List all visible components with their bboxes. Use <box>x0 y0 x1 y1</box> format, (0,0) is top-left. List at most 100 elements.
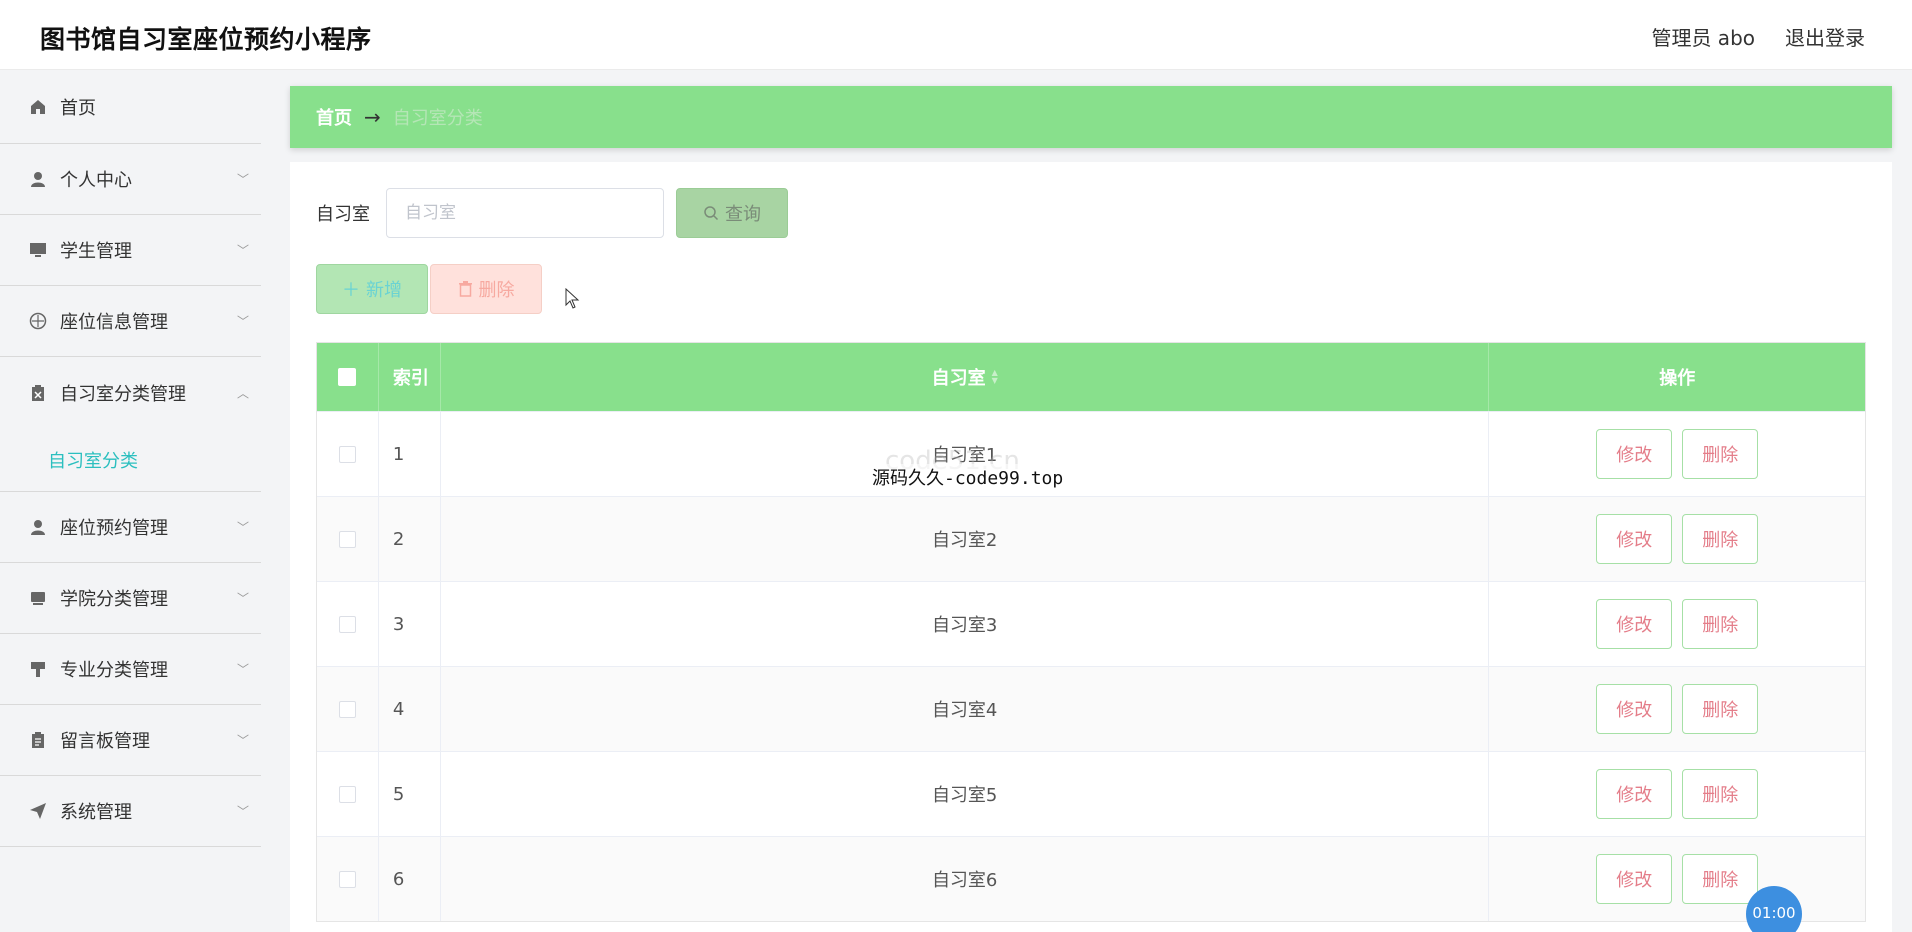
row-checkbox[interactable] <box>338 870 356 888</box>
row-name: 自习室3 <box>441 582 1490 666</box>
chevron-down-icon: ﹀ <box>236 172 249 187</box>
sidebar: 首页 个人中心 ﹀ 学生管理 ﹀ 座位信息管理 ﹀ 自习室分类管理 ︿ 自习室分… <box>0 70 261 932</box>
header-name-label: 自习室 <box>931 368 986 389</box>
chevron-down-icon: ﹀ <box>236 733 249 748</box>
batch-delete-button[interactable]: 删除 <box>430 264 542 314</box>
add-button[interactable]: ＋ 新增 <box>316 264 428 314</box>
app-title: 图书馆自习室座位预约小程序 <box>40 25 372 54</box>
user-icon <box>28 169 48 189</box>
clipboard-icon <box>28 730 48 750</box>
breadcrumb-current: 自习室分类 <box>392 108 483 129</box>
row-checkbox[interactable] <box>338 785 356 803</box>
batch-delete-label: 删除 <box>478 280 515 301</box>
row-name: 自习室4 <box>441 667 1490 751</box>
sidebar-item-profile[interactable]: 个人中心 ﹀ <box>0 144 261 215</box>
chevron-down-icon: ﹀ <box>236 314 249 329</box>
mouse-cursor-icon <box>565 288 580 309</box>
sidebar-item-label: 系统管理 <box>60 802 132 823</box>
chevron-up-icon: ︿ <box>236 386 249 400</box>
user-icon <box>28 517 48 537</box>
sidebar-item-label: 个人中心 <box>60 170 132 191</box>
sidebar-item-label: 学生管理 <box>60 241 132 262</box>
row-checkbox[interactable] <box>338 615 356 633</box>
room-table: 索引 自习室 ▲ ▼ 操作 1 自习室1 修改 删除 2 自习室2 修改 删除 … <box>316 342 1866 922</box>
delete-button[interactable]: 删除 <box>1682 429 1759 479</box>
query-button[interactable]: 查询 <box>676 188 788 238</box>
delete-button[interactable]: 删除 <box>1682 684 1759 734</box>
breadcrumb: 首页 → 自习室分类 <box>290 86 1892 148</box>
query-button-label: 查询 <box>725 204 761 225</box>
header-actions: 管理员 abo 退出登录 <box>1651 22 1865 51</box>
chevron-down-icon: ﹀ <box>236 520 249 535</box>
edit-button[interactable]: 修改 <box>1596 769 1673 819</box>
sidebar-item-label: 座位预约管理 <box>60 518 168 539</box>
chevron-down-icon: ﹀ <box>236 662 249 677</box>
sidebar-item-label: 首页 <box>60 97 96 119</box>
edit-button[interactable]: 修改 <box>1596 599 1673 649</box>
sidebar-item-label: 自习室分类管理 <box>60 383 186 405</box>
table-row: 1 自习室1 修改 删除 <box>317 411 1865 496</box>
table-row: 6 自习室6 修改 删除 <box>317 836 1865 921</box>
sidebar-item-home[interactable]: 首页 <box>0 70 261 144</box>
select-all-checkbox[interactable] <box>338 368 357 386</box>
table-row: 5 自习室5 修改 删除 <box>317 751 1865 836</box>
table-header: 索引 自习室 ▲ ▼ 操作 <box>317 343 1865 411</box>
row-checkbox[interactable] <box>338 530 356 548</box>
breadcrumb-home[interactable]: 首页 <box>316 104 352 130</box>
action-row: ＋ 新增 删除 <box>316 264 542 314</box>
row-checkbox[interactable] <box>338 445 356 463</box>
edit-button[interactable]: 修改 <box>1596 854 1673 904</box>
row-checkbox[interactable] <box>338 700 356 718</box>
add-button-label: 新增 <box>366 280 402 301</box>
content-panel: 自习室 查询 ＋ 新增 删除 索引 <box>290 162 1892 932</box>
logout-link[interactable]: 退出登录 <box>1785 22 1865 51</box>
delete-button[interactable]: 删除 <box>1682 769 1759 819</box>
row-index: 6 <box>379 837 441 921</box>
row-index: 1 <box>379 412 441 496</box>
home-icon <box>28 97 48 117</box>
table-row: 4 自习室4 修改 删除 <box>317 666 1865 751</box>
monitor-icon <box>28 240 48 260</box>
sidebar-item-seat-info[interactable]: 座位信息管理 ﹀ <box>0 286 261 357</box>
compass-icon <box>28 311 48 331</box>
edit-button[interactable]: 修改 <box>1596 684 1673 734</box>
delete-button[interactable]: 删除 <box>1682 514 1759 564</box>
edit-button[interactable]: 修改 <box>1596 514 1673 564</box>
sidebar-item-label: 座位信息管理 <box>60 312 168 333</box>
main-content: 首页 → 自习室分类 自习室 查询 ＋ 新增 删除 <box>290 86 1892 932</box>
search-input[interactable] <box>386 188 664 238</box>
breadcrumb-separator: → <box>364 105 381 129</box>
chevron-down-icon: ﹀ <box>236 243 249 258</box>
chevron-down-icon: ﹀ <box>236 591 249 606</box>
header-checkbox-cell <box>317 343 379 411</box>
row-index: 3 <box>379 582 441 666</box>
sidebar-item-major[interactable]: 专业分类管理 ﹀ <box>0 634 261 705</box>
plus-icon: ＋ <box>342 280 360 301</box>
sidebar-item-system[interactable]: 系统管理 ﹀ <box>0 776 261 847</box>
delete-button[interactable]: 删除 <box>1682 599 1759 649</box>
row-index: 5 <box>379 752 441 836</box>
watermark-text: 源码久久-code99.top <box>872 464 1064 490</box>
search-row: 自习室 查询 <box>316 188 788 238</box>
header-ops: 操作 <box>1659 368 1696 389</box>
row-index: 4 <box>379 667 441 751</box>
sidebar-item-college[interactable]: 学院分类管理 ﹀ <box>0 563 261 634</box>
sidebar-item-room-category[interactable]: 自习室分类管理 ︿ <box>0 357 261 428</box>
sidebar-item-students[interactable]: 学生管理 ﹀ <box>0 215 261 286</box>
search-icon <box>704 206 719 221</box>
search-label: 自习室 <box>316 204 370 225</box>
send-icon <box>28 801 48 821</box>
sidebar-item-seat-booking[interactable]: 座位预约管理 ﹀ <box>0 492 261 563</box>
admin-label: 管理员 abo <box>1651 26 1755 50</box>
delete-button[interactable]: 删除 <box>1682 854 1759 904</box>
sidebar-subitem-room-category[interactable]: 自习室分类 <box>0 428 261 492</box>
edit-button[interactable]: 修改 <box>1596 429 1673 479</box>
header-index: 索引 <box>379 343 441 411</box>
box-icon <box>28 588 48 608</box>
sort-icon[interactable]: ▲ ▼ <box>992 369 998 385</box>
row-name: 自习室2 <box>441 497 1490 581</box>
header-name[interactable]: 自习室 ▲ ▼ <box>441 343 1490 411</box>
sidebar-item-label: 留言板管理 <box>60 731 150 752</box>
chevron-down-icon: ﹀ <box>236 804 249 819</box>
sidebar-item-message-board[interactable]: 留言板管理 ﹀ <box>0 705 261 776</box>
